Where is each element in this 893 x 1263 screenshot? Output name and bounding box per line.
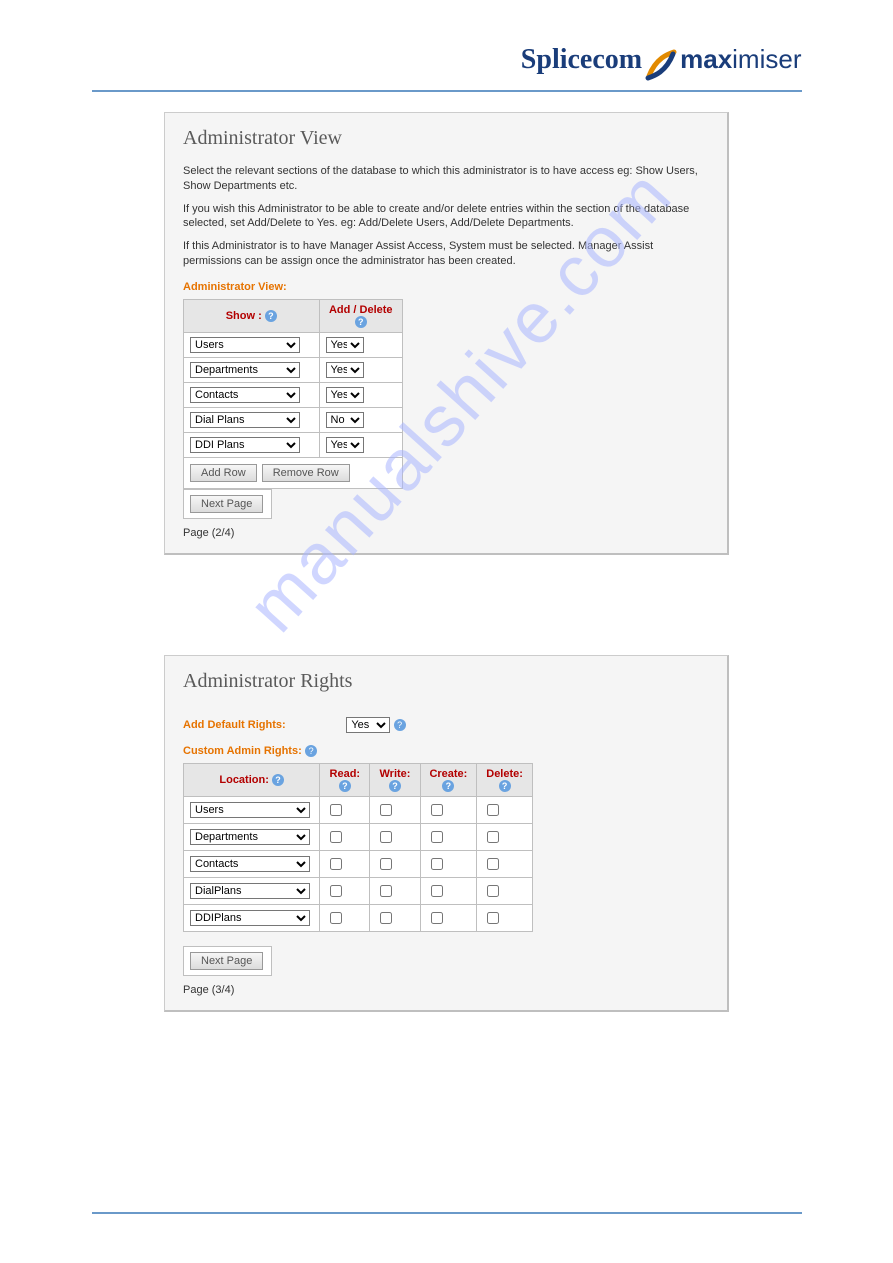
adddel-select-dialplans[interactable]: No: [326, 412, 364, 428]
delete-checkbox[interactable]: [487, 858, 499, 870]
help-icon[interactable]: ?: [394, 719, 406, 731]
column-header-show: Show : ?: [184, 299, 320, 332]
table-row: DDIPlans: [184, 905, 533, 932]
show-select-users[interactable]: Users: [190, 337, 300, 353]
table-row: DDI Plans Yes: [184, 432, 403, 457]
remove-row-button[interactable]: Remove Row: [262, 464, 350, 482]
footer-rule: [92, 1212, 802, 1214]
column-header-create: Create: ?: [420, 763, 477, 796]
column-header-read: Read: ?: [320, 763, 370, 796]
logo-imiser: imiser: [732, 44, 801, 74]
help-icon[interactable]: ?: [442, 780, 454, 792]
adddel-select-contacts[interactable]: Yes: [326, 387, 364, 403]
create-checkbox[interactable]: [431, 831, 443, 843]
write-checkbox[interactable]: [380, 804, 392, 816]
location-select-departments[interactable]: Departments: [190, 829, 310, 845]
column-header-adddelete-label: Add / Delete: [329, 304, 393, 316]
help-icon[interactable]: ?: [305, 745, 317, 757]
location-select-dialplans[interactable]: DialPlans: [190, 883, 310, 899]
admin-view-description-2: If you wish this Administrator to be abl…: [183, 202, 709, 232]
brand-logo: Splicecom maximiser: [521, 44, 802, 82]
admin-view-description-3: If this Administrator is to have Manager…: [183, 239, 709, 269]
admin-view-label: Administrator View:: [183, 281, 709, 293]
help-icon[interactable]: ?: [339, 780, 351, 792]
read-checkbox[interactable]: [330, 804, 342, 816]
help-icon[interactable]: ?: [389, 780, 401, 792]
next-page-button[interactable]: Next Page: [190, 952, 263, 970]
adddel-select-users[interactable]: Yes: [326, 337, 364, 353]
help-icon[interactable]: ?: [499, 780, 511, 792]
add-row-button[interactable]: Add Row: [190, 464, 257, 482]
button-row: Add Row Remove Row: [184, 457, 403, 488]
create-checkbox[interactable]: [431, 885, 443, 897]
add-default-rights-select[interactable]: Yes: [346, 717, 390, 733]
add-default-rights-label: Add Default Rights:: [183, 719, 343, 731]
logo-splicecom: Splicecom: [521, 44, 642, 75]
page-indicator: Page (3/4): [183, 984, 709, 996]
read-checkbox[interactable]: [330, 912, 342, 924]
create-checkbox[interactable]: [431, 858, 443, 870]
location-select-users[interactable]: Users: [190, 802, 310, 818]
write-checkbox[interactable]: [380, 885, 392, 897]
next-page-button[interactable]: Next Page: [190, 495, 263, 513]
column-header-location: Location: ?: [184, 763, 320, 796]
panel-title-admin-rights: Administrator Rights: [183, 670, 709, 693]
table-row: Contacts Yes: [184, 382, 403, 407]
header-rule: [92, 90, 802, 92]
read-checkbox[interactable]: [330, 858, 342, 870]
write-checkbox[interactable]: [380, 831, 392, 843]
show-select-departments[interactable]: Departments: [190, 362, 300, 378]
column-header-write-label: Write:: [379, 768, 410, 780]
help-icon[interactable]: ?: [265, 310, 277, 322]
table-row: Departments: [184, 824, 533, 851]
show-select-dialplans[interactable]: Dial Plans: [190, 412, 300, 428]
delete-checkbox[interactable]: [487, 912, 499, 924]
delete-checkbox[interactable]: [487, 804, 499, 816]
logo-swoosh-icon: [644, 48, 678, 82]
column-header-read-label: Read:: [330, 768, 361, 780]
write-checkbox[interactable]: [380, 912, 392, 924]
column-header-location-label: Location:: [219, 774, 269, 786]
location-select-ddiplans[interactable]: DDIPlans: [190, 910, 310, 926]
panel-title-admin-view: Administrator View: [183, 127, 709, 150]
read-checkbox[interactable]: [330, 831, 342, 843]
table-row: Users: [184, 797, 533, 824]
custom-admin-rights-label: Custom Admin Rights:: [183, 745, 302, 757]
panel-administrator-view: Administrator View Select the relevant s…: [164, 112, 729, 555]
page-indicator: Page (2/4): [183, 527, 709, 539]
create-checkbox[interactable]: [431, 912, 443, 924]
column-header-create-label: Create:: [429, 768, 467, 780]
adddel-select-ddiplans[interactable]: Yes: [326, 437, 364, 453]
admin-view-table: Show : ? Add / Delete ? Users Yes Depart…: [183, 299, 403, 489]
show-select-contacts[interactable]: Contacts: [190, 387, 300, 403]
table-row: Users Yes: [184, 332, 403, 357]
logo-max: max: [680, 44, 732, 74]
column-header-delete: Delete: ?: [477, 763, 533, 796]
read-checkbox[interactable]: [330, 885, 342, 897]
admin-rights-table: Location: ? Read: ? Write: ? Create: ? D…: [183, 763, 533, 932]
write-checkbox[interactable]: [380, 858, 392, 870]
column-header-delete-label: Delete:: [486, 768, 523, 780]
panel-administrator-rights: Administrator Rights Add Default Rights:…: [164, 655, 729, 1012]
help-icon[interactable]: ?: [355, 316, 367, 328]
delete-checkbox[interactable]: [487, 831, 499, 843]
table-row: DialPlans: [184, 878, 533, 905]
help-icon[interactable]: ?: [272, 774, 284, 786]
column-header-write: Write: ?: [370, 763, 420, 796]
admin-view-description-1: Select the relevant sections of the data…: [183, 164, 709, 194]
column-header-adddelete: Add / Delete ?: [319, 299, 403, 332]
table-row: Departments Yes: [184, 357, 403, 382]
column-header-show-label: Show :: [226, 310, 262, 322]
show-select-ddiplans[interactable]: DDI Plans: [190, 437, 300, 453]
table-row: Contacts: [184, 851, 533, 878]
table-row: Dial Plans No: [184, 407, 403, 432]
create-checkbox[interactable]: [431, 804, 443, 816]
adddel-select-departments[interactable]: Yes: [326, 362, 364, 378]
delete-checkbox[interactable]: [487, 885, 499, 897]
location-select-contacts[interactable]: Contacts: [190, 856, 310, 872]
